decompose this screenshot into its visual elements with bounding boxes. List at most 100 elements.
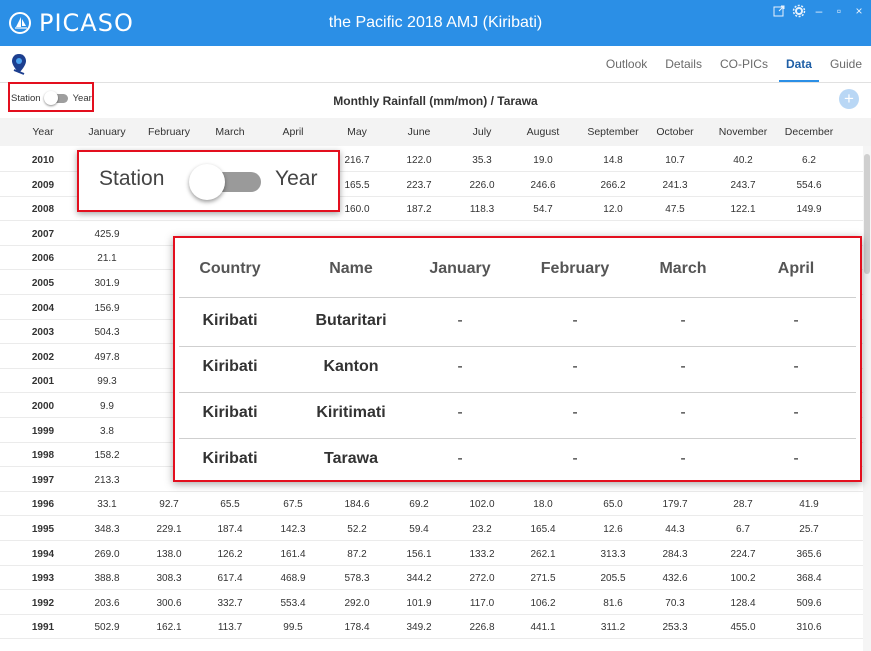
tab-details[interactable]: Details — [656, 46, 711, 82]
map-pin-icon[interactable] — [10, 53, 28, 80]
table-cell: 40.2 — [733, 155, 753, 166]
table-cell: 310.6 — [796, 622, 822, 634]
popup-station-name[interactable]: Butaritari — [295, 312, 407, 330]
table-cell: 241.3 — [662, 179, 688, 191]
table-row[interactable]: 1992 203.6 300.6 332.7 553.4 292.0 101.9 117.0 1… — [0, 593, 863, 615]
popup-column-header: February — [540, 260, 610, 277]
table-cell: 187.2 — [406, 204, 432, 216]
table-cell: 65.0 — [603, 499, 623, 511]
table-cell: 553.4 — [280, 597, 306, 609]
table-row[interactable]: 1991 502.9 162.1 113.7 99.5 178.4 349.2 226.8 44… — [0, 617, 863, 640]
table-cell: 118.3 — [469, 204, 495, 216]
table-cell: 344.2 — [406, 573, 432, 585]
table-row[interactable]: 1995 348.3 229.1 187.4 142.3 52.2 59.4 23.2 165.… — [0, 519, 863, 541]
vertical-scrollbar[interactable] — [863, 146, 871, 651]
table-cell: 308.3 — [156, 573, 182, 585]
table-cell: 101.9 — [406, 597, 432, 609]
table-cell: 162.1 — [156, 622, 182, 634]
maximize-button[interactable]: ▫ — [831, 4, 847, 18]
column-header[interactable]: July — [455, 126, 509, 138]
column-header[interactable]: March — [203, 126, 257, 138]
table-cell: 226.8 — [469, 622, 495, 634]
table-cell: 41.9 — [799, 499, 819, 511]
table-row[interactable]: 1994 269.0 138.0 126.2 161.4 87.2 156.1 133.2 26… — [0, 544, 863, 566]
table-cell: 187.4 — [217, 524, 243, 535]
column-header[interactable]: November — [711, 126, 775, 138]
popup-station-name[interactable]: Kiritimati — [295, 404, 407, 422]
table-cell: 138.0 — [156, 548, 182, 560]
table-cell: 269.0 — [94, 548, 120, 560]
table-cell: 3.8 — [100, 425, 114, 437]
table-cell: 65.5 — [220, 499, 240, 511]
popup-station-name[interactable]: Tarawa — [295, 450, 407, 468]
popup-value-cell: - — [793, 404, 799, 421]
close-button[interactable]: × — [851, 4, 867, 18]
table-cell: 126.2 — [217, 548, 243, 560]
table-cell: 106.2 — [530, 597, 556, 609]
year-cell: 2004 — [31, 302, 55, 314]
table-cell: 81.6 — [603, 597, 623, 609]
table-cell: 213.3 — [94, 474, 120, 486]
table-cell: 52.2 — [347, 524, 367, 535]
table-cell: 23.2 — [472, 524, 492, 535]
year-cell: 1993 — [31, 573, 55, 585]
add-button[interactable]: + — [839, 89, 859, 109]
year-cell: 1992 — [31, 597, 55, 609]
zoom-toggle-knob — [189, 164, 225, 200]
year-cell: 2006 — [31, 253, 55, 265]
popup-column-header: January — [429, 260, 491, 277]
year-cell: 2002 — [31, 351, 55, 363]
table-cell: 21.1 — [97, 253, 117, 265]
table-cell: 497.8 — [94, 351, 120, 363]
column-header[interactable]: June — [392, 126, 446, 138]
external-link-icon[interactable] — [771, 4, 787, 18]
table-cell: 441.1 — [530, 622, 556, 634]
table-cell: 67.5 — [283, 499, 303, 511]
table-cell: 313.3 — [600, 548, 626, 560]
popup-value-cell: - — [680, 450, 686, 467]
popup-divider — [179, 297, 856, 298]
popup-value-cell: - — [793, 450, 799, 467]
popup-station-name[interactable]: Kanton — [295, 358, 407, 376]
highlight-box — [8, 82, 94, 112]
zoom-label-year: Year — [275, 167, 318, 190]
column-header[interactable]: September — [581, 126, 645, 138]
popup-value-cell: - — [457, 358, 463, 375]
table-cell: 69.2 — [409, 499, 429, 511]
column-header[interactable]: October — [648, 126, 702, 138]
year-cell: 1998 — [31, 450, 55, 462]
popup-value-cell: - — [572, 404, 578, 421]
table-cell: 156.1 — [406, 548, 432, 560]
year-cell: 2001 — [31, 376, 55, 388]
popup-divider — [179, 346, 856, 347]
tab-data[interactable]: Data — [777, 46, 821, 82]
column-header[interactable]: August — [516, 126, 570, 138]
column-header[interactable]: Year — [25, 126, 61, 138]
year-cell: 2007 — [31, 228, 55, 240]
table-cell: 158.2 — [94, 450, 120, 462]
column-header[interactable]: May — [330, 126, 384, 138]
gear-icon[interactable] — [791, 4, 807, 18]
scrollbar-thumb[interactable] — [864, 154, 870, 274]
column-header[interactable]: December — [777, 126, 841, 138]
table-cell: 178.4 — [344, 622, 370, 634]
table-cell: 165.4 — [530, 524, 556, 535]
table-row[interactable]: 1996 33.1 92.7 65.5 67.5 184.6 69.2 102.0 18.0 65… — [0, 494, 863, 517]
tab-co-pics[interactable]: CO-PICs — [711, 46, 777, 82]
table-cell: 246.6 — [530, 179, 556, 191]
tab-outlook[interactable]: Outlook — [597, 46, 656, 82]
minimize-button[interactable]: – — [811, 4, 827, 18]
column-header[interactable]: April — [266, 126, 320, 138]
table-cell: 117.0 — [469, 597, 495, 609]
popup-value-cell: - — [680, 404, 686, 421]
popup-value-cell: - — [680, 312, 686, 329]
popup-divider — [179, 392, 856, 393]
table-row[interactable]: 1993 388.8 308.3 617.4 468.9 578.3 344.2 272.0 2… — [0, 568, 863, 591]
popup-country-cell: Kiribati — [202, 358, 258, 375]
tab-guide[interactable]: Guide — [821, 46, 871, 82]
year-cell: 2000 — [31, 401, 55, 412]
table-cell: 292.0 — [344, 597, 370, 609]
column-header[interactable]: February — [142, 126, 196, 138]
popup-value-cell: - — [457, 312, 463, 329]
column-header[interactable]: January — [80, 126, 134, 138]
